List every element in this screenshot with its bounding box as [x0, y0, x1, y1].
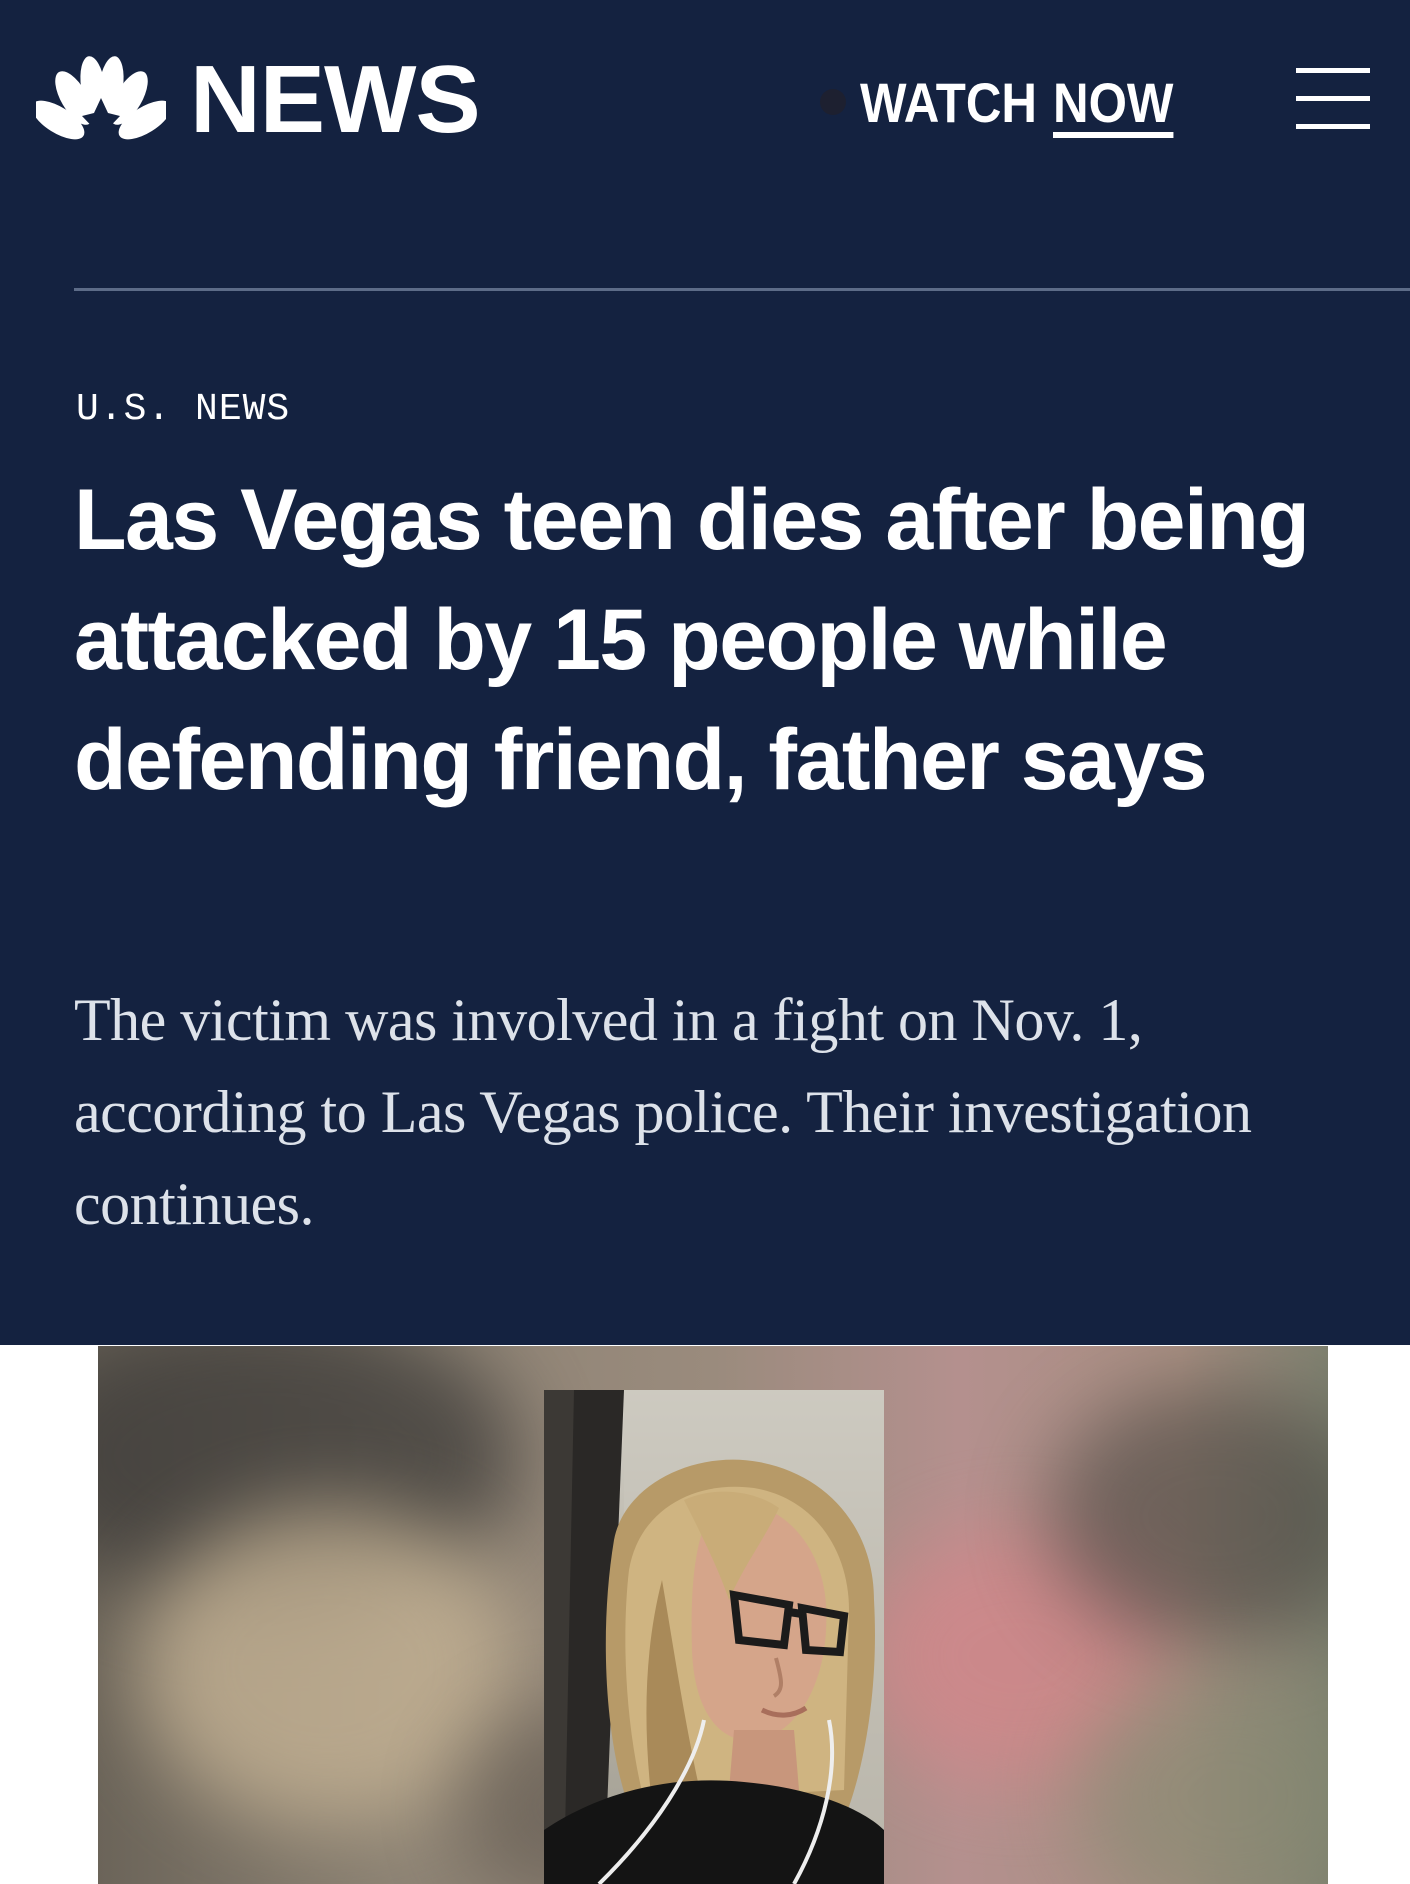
section-label[interactable]: U.S. NEWS	[76, 388, 290, 431]
menu-line	[1296, 68, 1370, 73]
portrait-illustration	[544, 1390, 884, 1884]
site-logo[interactable]: NEWS	[36, 50, 481, 150]
watch-label: WATCH	[860, 70, 1038, 134]
now-label: NOW	[1053, 70, 1174, 134]
peacock-icon	[36, 56, 166, 150]
menu-line	[1296, 124, 1370, 129]
article-header: NEWS WATCH NOW U.S. NEWS Las Vegas teen …	[0, 0, 1410, 1345]
article-headline: Las Vegas teen dies after being attacked…	[74, 472, 1310, 808]
hero-image	[98, 1346, 1328, 1884]
logo-text: NEWS	[190, 46, 481, 153]
watch-now-button[interactable]: WATCH NOW	[820, 70, 1190, 134]
article-dek: The victim was involved in a fight on No…	[74, 987, 1252, 1237]
live-indicator-icon	[820, 89, 846, 115]
teen-photo	[544, 1390, 884, 1884]
menu-line	[1296, 96, 1370, 101]
header-divider	[74, 288, 1410, 291]
hamburger-menu-icon[interactable]	[1296, 66, 1370, 132]
top-navigation: NEWS WATCH NOW	[0, 0, 1410, 200]
article-page: NEWS WATCH NOW U.S. NEWS Las Vegas teen …	[0, 0, 1410, 1884]
